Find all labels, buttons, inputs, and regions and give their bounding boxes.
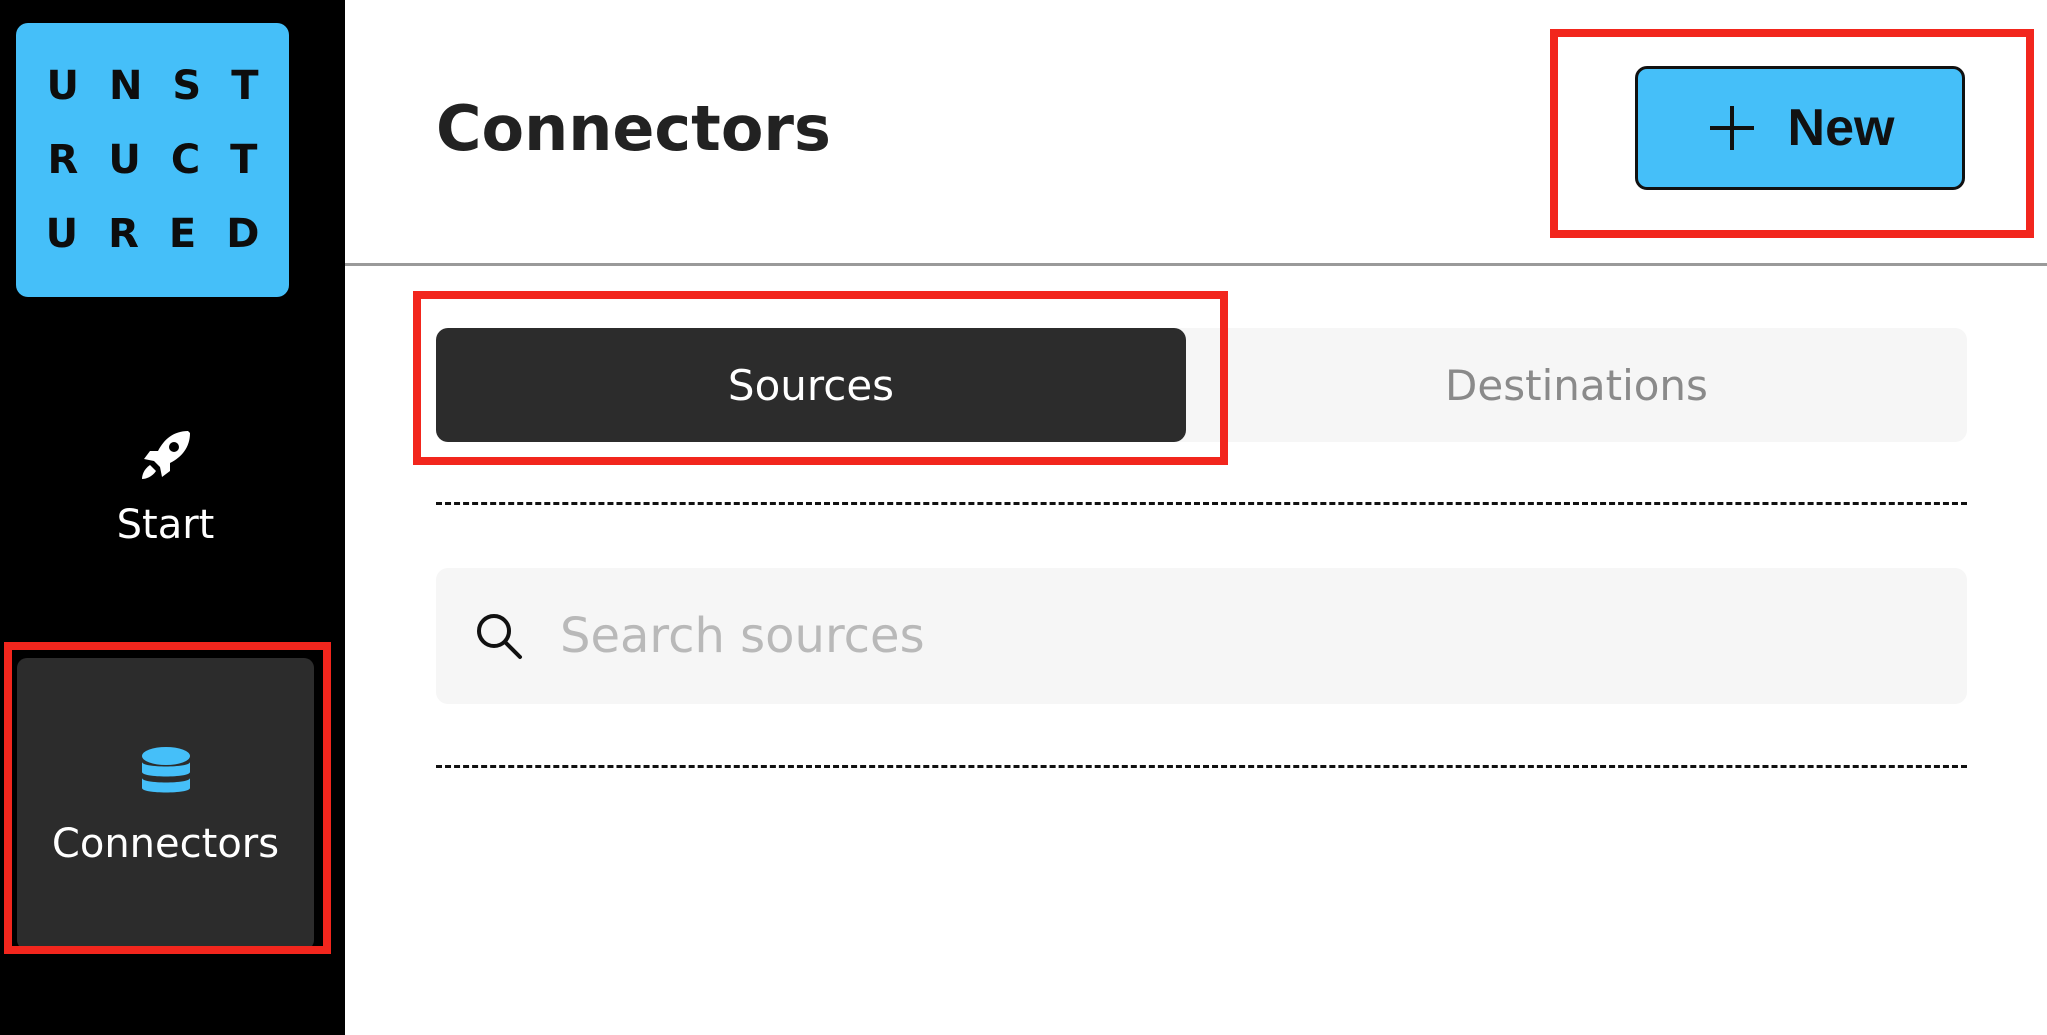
main-content: Connectors New Sources Destinations <box>345 0 2047 1035</box>
dashed-divider <box>436 765 1967 768</box>
tab-sources[interactable]: Sources <box>436 328 1186 442</box>
sidebar-item-start[interactable]: Start <box>17 390 314 580</box>
search-input[interactable] <box>560 568 1967 704</box>
new-connector-button[interactable]: New <box>1635 66 1965 190</box>
unstructured-logo[interactable]: UNST RUCT URED <box>16 23 289 297</box>
header-divider <box>345 263 2047 266</box>
logo-line-2: RUCT <box>47 137 288 183</box>
logo-line-1: UNST <box>46 63 289 109</box>
plus-icon <box>1709 106 1754 150</box>
search-bar <box>436 568 1967 704</box>
logo-line-3: URED <box>45 211 290 257</box>
new-button-label: New <box>1787 99 1895 157</box>
connector-type-tabs: Sources Destinations <box>436 328 1967 442</box>
search-icon <box>477 614 522 659</box>
sidebar-item-connectors[interactable]: Connectors <box>17 658 314 950</box>
page-title: Connectors <box>436 92 831 165</box>
sidebar-item-label: Start <box>116 502 215 548</box>
sidebar: UNST RUCT URED Start Connectors <box>0 0 345 1035</box>
rocket-icon <box>141 431 190 479</box>
app-window: UNST RUCT URED Start Connectors Connecto… <box>0 0 2047 1035</box>
database-icon <box>141 747 190 793</box>
sidebar-item-label: Connectors <box>51 821 280 867</box>
tab-destinations[interactable]: Destinations <box>1186 328 1967 442</box>
dashed-divider <box>436 502 1967 505</box>
